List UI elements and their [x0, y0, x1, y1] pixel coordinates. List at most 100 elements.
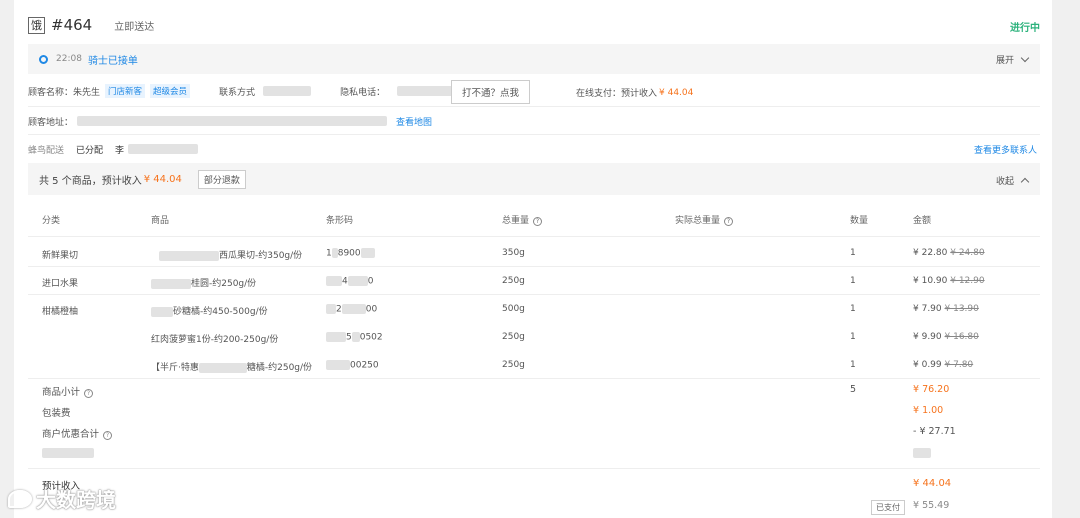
platform-tag: 饿 — [28, 16, 45, 34]
barcode-redacted — [360, 248, 375, 258]
payment-info: 在线支付：预计收入 ¥ 44.04 — [576, 86, 694, 100]
row-qty: 1 — [850, 276, 856, 286]
partial-refund-button[interactable]: 部分退款 — [197, 169, 246, 189]
row-barcode: 1 8900 — [326, 248, 375, 259]
row-qty: 1 — [850, 304, 856, 314]
super-member-badge: 超级会员 — [150, 84, 191, 98]
col-goods: 商品 — [151, 216, 170, 226]
row-weight: 500g — [502, 304, 525, 314]
barcode-value: 00 — [365, 304, 378, 315]
price: ¥ 22.80 — [913, 248, 948, 258]
rider-status-bar: 22:08 骑士已接单 展开 — [28, 44, 1040, 74]
original-price: ¥ 12.90 — [950, 276, 985, 286]
delivery-rider-name: 李 — [115, 145, 125, 156]
collapse-label: 收起 — [995, 177, 1014, 187]
order-number: #464 — [51, 16, 93, 34]
barcode-redacted — [351, 332, 360, 342]
col-amount: 金额 — [913, 216, 932, 226]
collapse-toggle[interactable]: 收起 — [995, 174, 1030, 187]
payment-amount: ¥ 44.04 — [659, 87, 694, 98]
more-contacts-link[interactable]: 查看更多联系人 — [974, 143, 1037, 156]
col-weight: 总重量? — [502, 213, 543, 226]
row-goods: 红肉菠萝蜜1份-约200-250g/份 — [151, 335, 279, 345]
row-price: ¥ 7.90 ¥ 13.90 — [913, 304, 979, 314]
row-barcode: 00250 — [326, 360, 379, 371]
chevron-down-icon — [1020, 53, 1030, 63]
divider — [28, 106, 1040, 107]
status-dot-icon — [39, 54, 48, 64]
address-row: 顾客地址： 查看地图 — [28, 114, 432, 128]
delivery-rider-redacted — [128, 144, 199, 154]
delivery-row: 蜂鸟配送 已分配 李 — [28, 142, 199, 156]
packing-fee-amount: ¥ 1.00 — [913, 405, 944, 416]
row-qty: 1 — [850, 248, 856, 258]
rider-status: 骑士已接单 — [87, 55, 138, 67]
help-icon[interactable]: ? — [103, 431, 113, 440]
table-row: 柑橘橙柚 砂糖橘-约450-500g/份 2 00 500g 1 ¥ 7.90 ¥… — [28, 295, 1040, 323]
col-category: 分类 — [42, 216, 61, 226]
price: ¥ 0.99 — [913, 360, 942, 370]
col-qty: 数量 — [850, 216, 869, 226]
subtotal-label-text: 商品小计 — [42, 387, 81, 398]
col-weight-label: 总重量 — [502, 216, 530, 226]
goods-name: 西瓜果切-约350g/份 — [219, 251, 303, 261]
row-price: ¥ 10.90 ¥ 12.90 — [913, 276, 985, 286]
row-goods: 西瓜果切-约350g/份 — [159, 248, 302, 261]
view-map-link[interactable]: 查看地图 — [396, 115, 432, 128]
barcode-redacted — [347, 276, 368, 286]
row-qty: 1 — [850, 332, 856, 342]
goods-summary-text: 共 5 个商品，预计收入 — [39, 175, 142, 187]
row-weight: 250g — [502, 360, 525, 370]
row-weight: 350g — [502, 248, 525, 258]
help-icon[interactable]: ? — [84, 389, 94, 398]
row-barcode: 5 0502 — [326, 332, 383, 343]
expand-label: 展开 — [995, 56, 1014, 66]
row-weight: 250g — [502, 332, 525, 342]
delivery-state: 已分配 — [76, 145, 104, 156]
barcode-redacted — [341, 304, 366, 314]
redacted-label — [42, 448, 94, 458]
goods-name-redacted — [198, 362, 247, 373]
goods-name: 【半斤·特惠 — [151, 363, 199, 373]
income-amount: ¥ 44.04 — [913, 478, 952, 489]
call-retry-button[interactable]: 打不通？点我 — [451, 80, 531, 104]
help-icon[interactable]: ? — [724, 217, 734, 226]
barcode-prefix: 2 — [336, 304, 342, 315]
barcode-value: 0 — [367, 276, 374, 287]
col-actual-weight: 实际总重量? — [675, 213, 734, 226]
price: ¥ 9.90 — [913, 332, 942, 342]
barcode-value: 0502 — [359, 332, 383, 343]
col-actual-weight-label: 实际总重量 — [675, 216, 721, 226]
table-header: 分类 商品 条形码 总重量? 实际总重量? 数量 金额 — [28, 204, 1040, 237]
customer-info-row: 顾客名称：朱先生 门店新客 超级会员 联系方式 隐私电话： — [28, 84, 462, 98]
table-row: 新鲜果切 西瓜果切-约350g/份 1 8900 350g 1 ¥ 22.80 ¥… — [28, 239, 1040, 267]
divider — [28, 468, 1040, 469]
barcode-value: 00250 — [350, 360, 379, 371]
price: ¥ 10.90 — [913, 276, 948, 286]
payment-label: 在线支付：预计收入 — [576, 89, 658, 99]
original-price: ¥ 13.90 — [944, 304, 979, 314]
contact-label: 联系方式 — [219, 87, 256, 98]
watermark-text: 大数跨境 — [36, 488, 116, 512]
subtotal-qty: 5 — [850, 384, 857, 395]
subtotal-label: 商品小计? — [42, 384, 94, 398]
row-qty: 1 — [850, 360, 856, 370]
paid-badge: 已支付 — [871, 500, 905, 515]
expand-toggle[interactable]: 展开 — [995, 53, 1030, 66]
contact-redacted — [263, 86, 312, 96]
divider — [28, 134, 1040, 135]
help-icon[interactable]: ? — [533, 217, 543, 226]
goods-name-redacted — [151, 278, 191, 289]
more-contacts-label: 查看更多联系人 — [974, 146, 1038, 156]
order-header: 饿 #464 立即送达 — [28, 14, 154, 36]
row-category: 柑橘橙柚 — [42, 307, 79, 317]
row-category: 进口水果 — [42, 279, 79, 289]
paid-amount: ¥ 55.49 — [913, 500, 950, 511]
barcode-redacted — [326, 304, 336, 314]
address-redacted — [77, 116, 388, 126]
row-category: 新鲜果切 — [42, 251, 79, 261]
discount-amount: - ¥ 27.71 — [913, 426, 956, 437]
row-goods: 桂圆-约250g/份 — [151, 276, 256, 289]
barcode-redacted — [326, 360, 350, 370]
subtotal-amount: ¥ 76.20 — [913, 384, 950, 395]
